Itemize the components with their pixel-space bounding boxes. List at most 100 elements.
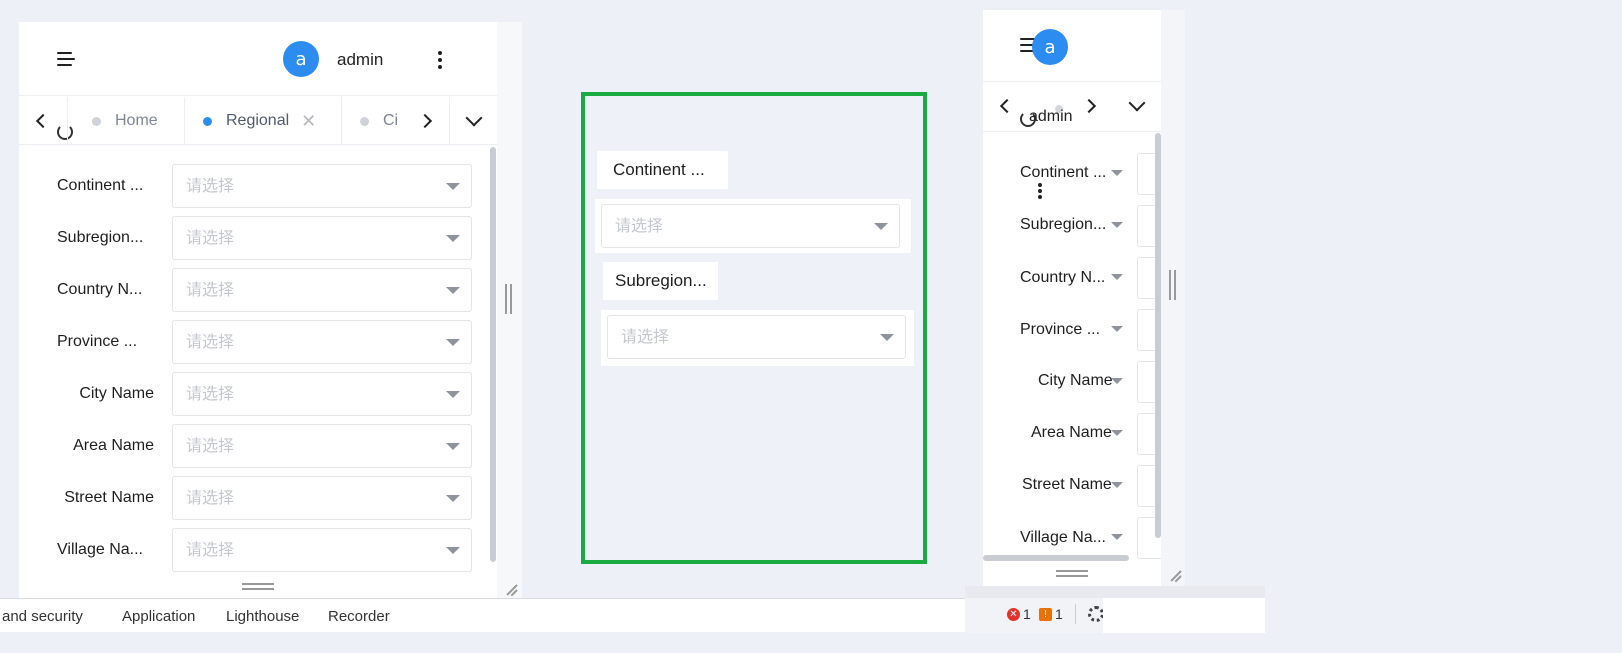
form-label: City Name [1038,372,1113,389]
highlight-frame: Continent ... 请选择 Subregion... 请选择 [581,92,927,564]
devtools-tab-application[interactable]: Application [122,608,195,625]
right-card: a admin Continent ... Subregion... Count… [983,10,1161,586]
form-row-street: Street Name 请选择 [19,476,489,520]
warning-icon[interactable]: ! [1039,608,1052,621]
village-select[interactable]: 请选择 [172,528,472,572]
avatar-letter: a [295,48,307,70]
form-label: Area Name [73,437,154,454]
country-select[interactable]: 请选择 [172,268,472,312]
chevron-down-icon[interactable] [449,97,497,144]
caret-down-icon [1111,170,1123,176]
devtools-tab-lighthouse[interactable]: Lighthouse [226,608,299,625]
form-label: Continent ... [1020,164,1107,181]
street-select[interactable]: 请选择 [172,476,472,520]
tabs-bar: Home Regional ✕ Ci [19,97,497,145]
select-placeholder: 请选择 [186,488,235,507]
header-bar: a admin [19,22,497,96]
error-icon[interactable]: ✕ [1007,608,1020,621]
form-row-area: Area Name 请选择 [19,424,489,468]
username[interactable]: admin [337,50,383,70]
tab-regional[interactable]: Regional ✕ [184,97,341,144]
devtools-divider [965,586,1265,598]
horizontal-resize-handle-icon[interactable] [1056,570,1088,578]
tab-label: Ci [383,112,399,129]
select-placeholder: 请选择 [621,327,670,346]
continent-select[interactable]: 请选择 [601,204,900,248]
more-options-icon[interactable] [1037,183,1043,201]
caret-down-icon [1111,222,1123,228]
divider [1075,604,1076,624]
tab-status-dot [360,116,369,126]
menu-toggle-icon[interactable] [57,52,75,66]
tabs-scroll-right-icon[interactable] [401,97,449,144]
select-placeholder: 请选择 [186,176,235,195]
form-label: Continent ... [57,177,144,194]
subregion-label: Subregion... [603,262,718,300]
province-select[interactable]: 请选择 [172,320,472,364]
horizontal-scrollbar[interactable] [983,555,1129,561]
tab-home[interactable]: Home [67,97,184,144]
avatar-letter: a [1044,36,1056,58]
vertical-scrollbar[interactable] [490,147,496,562]
caret-down-icon [446,339,460,346]
divider [983,131,1161,132]
caret-down-icon [446,443,460,450]
caret-down-icon [446,391,460,398]
left-card: a admin Home Regional ✕ Ci Continent ...… [19,22,497,598]
tab-label: Home [115,112,158,129]
form-label: Street Name [64,489,154,506]
form-row-subregion: Subregion... 请选择 [19,216,489,260]
caret-down-icon [1111,378,1123,384]
avatar[interactable]: a [283,41,319,77]
warning-count[interactable]: 1 [1055,606,1063,622]
vertical-resize-handle-icon[interactable] [1169,270,1177,300]
vertical-resize-handle-icon[interactable] [505,284,513,314]
chevron-down-icon[interactable] [1113,82,1161,130]
caret-down-icon [874,223,888,230]
select-placeholder: 请选择 [186,332,235,351]
select-placeholder: 请选择 [615,216,664,235]
form-label: Village Na... [1020,529,1106,546]
area-select[interactable]: 请选择 [172,424,472,468]
form-label: Subregion... [57,229,144,246]
city-select[interactable]: 请选择 [172,372,472,416]
resize-corner-icon[interactable] [503,580,518,597]
resize-corner-icon[interactable] [1167,566,1182,583]
select-placeholder: 请选择 [186,436,235,455]
form-label: Area Name [1031,424,1112,441]
form-label: Province ... [57,333,138,350]
form-label: Province ... [1020,321,1101,338]
caret-down-icon [1111,326,1123,332]
continent-label: Continent ... [597,151,728,189]
select-placeholder: 请选择 [186,384,235,403]
select-placeholder: 请选择 [186,228,235,247]
select-placeholder: 请选择 [186,540,235,559]
form-label: Village Na... [57,541,143,558]
form-label: City Name [79,385,154,402]
caret-down-icon [880,334,894,341]
username[interactable]: admin [1029,108,1073,126]
avatar[interactable]: a [1032,29,1068,65]
form-row-country: Country N... 请选择 [19,268,489,312]
subregion-select[interactable]: 请选择 [172,216,472,260]
error-count[interactable]: 1 [1023,606,1031,622]
more-options-icon[interactable] [437,51,443,69]
subregion-select-wrap: 请选择 [601,310,914,366]
form-row-village: Village Na... 请选择 [19,528,489,572]
vertical-scrollbar[interactable] [1155,133,1161,538]
gear-icon[interactable] [1088,606,1104,622]
caret-down-icon [446,495,460,502]
close-icon[interactable]: ✕ [301,111,316,132]
devtools-tab-recorder[interactable]: Recorder [328,608,390,625]
subregion-select[interactable]: 请选择 [607,315,906,359]
tab-status-dot [203,116,212,126]
caret-down-icon [446,183,460,190]
caret-down-icon [1111,430,1123,436]
caret-down-icon [1111,482,1123,488]
devtools-tab-security[interactable]: and security [2,608,83,625]
horizontal-resize-handle-icon[interactable] [242,583,274,591]
continent-select[interactable]: 请选择 [172,164,472,208]
right-panel: a admin Continent ... Subregion... Count… [983,10,1185,586]
form-label: Country N... [57,281,143,298]
caret-down-icon [1111,274,1123,280]
